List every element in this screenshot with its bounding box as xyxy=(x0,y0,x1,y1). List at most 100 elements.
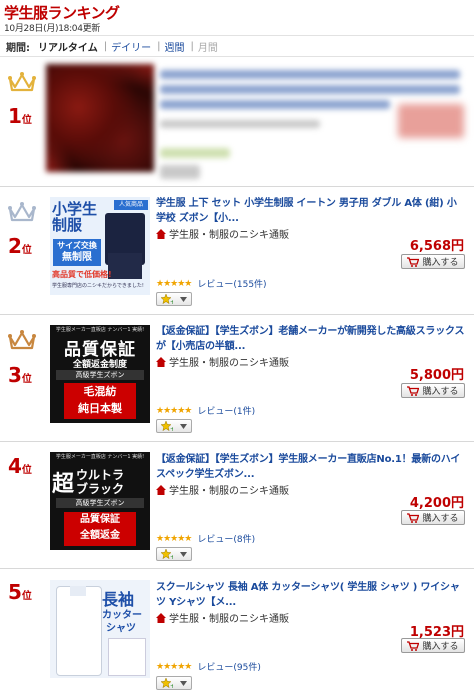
product-image[interactable]: 長袖 カッター シャツ xyxy=(50,580,150,678)
price: 5,800円 xyxy=(409,368,464,383)
cart-icon xyxy=(407,640,420,651)
shop-name-link[interactable]: 学生服・制服のニシキ通販 xyxy=(169,354,289,369)
rank-number: 2位 xyxy=(8,234,32,258)
product-image[interactable]: 学生服メーカー直販店 ナンバー1 実績! 品質保証 全額返金制度 高級学生ズボン… xyxy=(50,325,150,423)
tab-monthly: 月間 xyxy=(197,42,218,54)
rating-stars: ★★★★★ xyxy=(156,661,192,672)
thumb-text: 学生服メーカー直販店 ナンバー1 実績! xyxy=(55,327,145,333)
add-to-cart-button[interactable]: 購入する xyxy=(401,254,465,269)
cart-icon xyxy=(407,512,420,523)
thumb-text: 学生服メーカー直販店 ナンバー1 実績! xyxy=(55,454,145,460)
shop-home-icon xyxy=(156,484,166,495)
blurred-product-name[interactable] xyxy=(160,85,460,94)
shop-home-icon xyxy=(156,228,166,239)
shirt-shape xyxy=(56,586,102,676)
review-link[interactable]: レビュー(8件) xyxy=(197,532,255,545)
divider xyxy=(0,314,474,315)
rating-stars: ★★★★★ xyxy=(156,533,192,544)
add-to-cart-button[interactable]: 購入する xyxy=(401,510,465,525)
svg-text:+: + xyxy=(170,683,173,688)
favorite-dropdown-button[interactable]: + xyxy=(156,547,192,561)
shop-name-link[interactable]: 学生服・制服のニシキ通販 xyxy=(169,226,289,241)
rank-number: 4位 xyxy=(8,454,32,478)
thumb-text: シャツ xyxy=(106,623,136,634)
shop-name-link[interactable]: 学生服・制服のニシキ通販 xyxy=(169,482,289,497)
favorite-star-icon: + xyxy=(160,549,173,559)
chevron-down-icon xyxy=(180,551,188,557)
add-to-cart-button[interactable]: 購入する xyxy=(401,383,465,398)
cart-icon xyxy=(407,385,420,396)
product-name-link[interactable]: スクールシャツ 長袖 A体 カッターシャツ( 学生服 シャツ ) ワイシャツ Y… xyxy=(156,580,466,610)
favorite-dropdown-button[interactable]: + xyxy=(156,676,192,690)
pants-shape xyxy=(108,253,142,279)
product-name-link[interactable]: 学生服 上下 セット 小学生制服 イートン 男子用 ダブル A体 (紺) 小学校… xyxy=(156,196,466,226)
favorite-star-icon: + xyxy=(160,294,173,304)
blurred-product-name[interactable] xyxy=(160,70,460,79)
svg-text:+: + xyxy=(170,299,173,304)
blurred-review xyxy=(160,148,230,158)
thumb-text: 学生服専門店のニシキだからできました! xyxy=(52,283,144,289)
review-link[interactable]: レビュー(95件) xyxy=(197,660,261,673)
price: 4,200円 xyxy=(409,496,464,511)
thumb-badge: 毛混紡 純日本製 xyxy=(64,383,136,419)
folded-shirt xyxy=(108,638,146,676)
product-image[interactable]: 学生服メーカー直販店 ナンバー1 実績! 超 ウルトラ ブラック 高級学生ズボン… xyxy=(50,452,150,550)
cart-icon xyxy=(407,256,420,267)
rating-stars: ★★★★★ xyxy=(156,278,192,289)
favorite-star-icon: + xyxy=(160,678,173,688)
shop-home-icon xyxy=(156,612,166,623)
gold-crown-icon xyxy=(8,72,36,92)
tab-separator: | xyxy=(103,40,108,52)
updated-timestamp: 10月28日(月)18:04更新 xyxy=(4,24,101,34)
chevron-down-icon xyxy=(180,680,188,686)
review-row: ★★★★★ レビュー(1件) xyxy=(156,404,255,418)
review-link[interactable]: レビュー(1件) xyxy=(197,404,255,417)
product-image[interactable] xyxy=(46,64,154,172)
period-label: 期間: xyxy=(6,42,30,54)
shop-row: 学生服・制服のニシキ通販 xyxy=(156,482,289,497)
product-name-link[interactable]: 【返金保証】【学生ズボン】老舗メーカーが新開発した高級スラックスが【小売店の半額… xyxy=(156,324,466,354)
rank-number: 1位 xyxy=(8,104,32,128)
product-image[interactable]: 小学生 制服 人気商品 サイズ交換 無制限 高品質で低価格! 学生服専門店のニシキだ… xyxy=(50,197,150,295)
thumb-text: 高級学生ズボン xyxy=(56,498,144,508)
tab-separator: | xyxy=(157,40,161,52)
review-link[interactable]: レビュー(155件) xyxy=(197,277,266,290)
divider xyxy=(0,568,474,569)
price: 6,568円 xyxy=(409,239,464,254)
thumb-text: 全額返金制度 xyxy=(72,360,127,370)
thumb-text: ブラック xyxy=(76,482,125,496)
bronze-crown-icon xyxy=(8,330,36,350)
blurred-price xyxy=(398,104,464,138)
chevron-down-icon xyxy=(180,296,188,302)
favorite-star-icon: + xyxy=(160,421,173,431)
favorite-dropdown-button[interactable]: + xyxy=(156,292,192,306)
shop-row: 学生服・制服のニシキ通販 xyxy=(156,610,289,625)
rank-number: 5位 xyxy=(8,580,32,604)
period-selector: 期間: リアルタイム | デイリー | 週間 | 月間 xyxy=(0,35,474,57)
thumb-text: 超 xyxy=(52,472,75,497)
shop-name-link[interactable]: 学生服・制服のニシキ通販 xyxy=(169,610,289,625)
thumb-text: 高品質で低価格! xyxy=(52,270,112,279)
thumb-badge: 品質保証 全額返金 xyxy=(64,512,136,546)
page-title: 学生服ランキング xyxy=(4,4,120,22)
divider xyxy=(0,186,474,187)
review-row: ★★★★★ レビュー(8件) xyxy=(156,532,255,546)
review-row: ★★★★★ レビュー(95件) xyxy=(156,660,261,674)
blurred-fav xyxy=(160,165,200,179)
silver-crown-icon xyxy=(8,202,36,222)
product-name-link[interactable]: 【返金保証】【学生ズボン】学生服メーカー直販店No.1！最新のハイスペック学生ズ… xyxy=(156,452,466,482)
thumb-text: 高級学生ズボン xyxy=(56,370,144,380)
tab-realtime[interactable]: リアルタイム xyxy=(38,39,98,54)
tab-separator: | xyxy=(190,40,194,52)
divider xyxy=(0,441,474,442)
add-to-cart-button[interactable]: 購入する xyxy=(401,638,465,653)
thumb-text: 小学生 制服 xyxy=(52,200,98,234)
blurred-product-name[interactable] xyxy=(160,100,390,109)
shop-home-icon xyxy=(156,356,166,367)
svg-text:+: + xyxy=(170,554,173,559)
svg-text:+: + xyxy=(170,426,173,431)
tab-daily[interactable]: デイリー xyxy=(111,39,151,54)
chevron-down-icon xyxy=(180,423,188,429)
favorite-dropdown-button[interactable]: + xyxy=(156,419,192,433)
tab-weekly[interactable]: 週間 xyxy=(164,39,184,54)
